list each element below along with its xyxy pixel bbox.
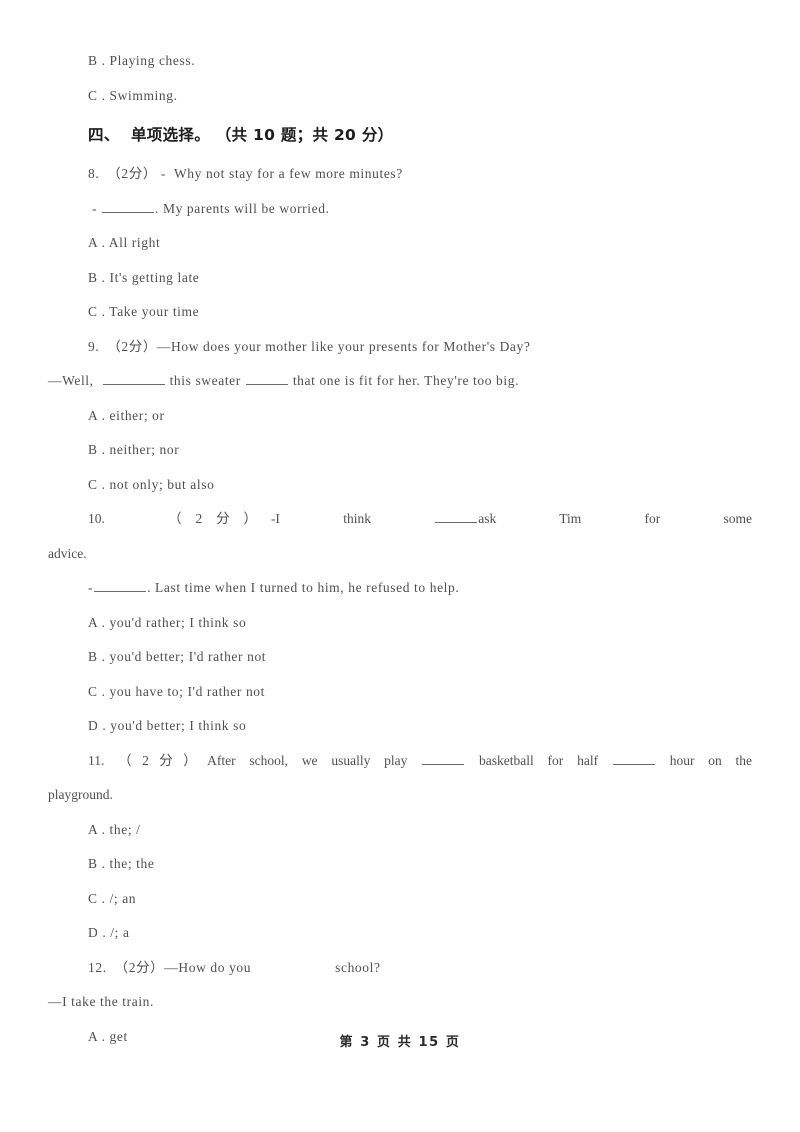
answer-blank xyxy=(102,373,165,385)
question-score: （2分） xyxy=(168,511,271,526)
option-item: B . the; the xyxy=(88,856,155,871)
question-stem-post: school? xyxy=(335,959,381,975)
section-heading: 四、 单项选择。 （共 10 题；共 20 分） xyxy=(88,126,394,144)
question-stem-mid: basketball for half xyxy=(479,752,599,768)
document-page: B . Playing chess. C . Swimming. 四、 单项选择… xyxy=(0,0,800,1132)
question-continuation: —Well, this sweater that one is fit for … xyxy=(48,364,752,399)
option-item: C . /; an xyxy=(88,890,137,906)
question-stem-pre: 12. （2分）—How do you xyxy=(88,959,252,975)
continuation-suffix: . My parents will be worried. xyxy=(155,200,330,216)
question-tail: ask Tim for some xyxy=(478,511,753,526)
question-stem: 9. （2分）—How does your mother like your p… xyxy=(88,338,531,354)
option-item: C . Swimming. xyxy=(88,87,178,103)
question-stem: 11. （2分）After school, we usually play ba… xyxy=(48,744,752,779)
question-stem: 12. （2分）—How do you school? xyxy=(48,951,752,986)
question-stem-wrap: advice. xyxy=(48,545,87,561)
continuation-middle: this sweater xyxy=(165,373,245,388)
option-item: D . /; a xyxy=(88,925,130,940)
question-stem-post: hour on the xyxy=(669,752,753,768)
option-item: A . either; or xyxy=(88,407,165,423)
question-stem: 8. （2分） - Why not stay for a few more mi… xyxy=(88,166,403,181)
option-item: A . you'd rather; I think so xyxy=(88,614,247,630)
question-continuation: - . My parents will be worried. xyxy=(48,192,752,227)
continuation-suffix: . Last time when I turned to him, he ref… xyxy=(147,580,460,595)
question-continuation: - . Last time when I turned to him, he re… xyxy=(48,571,752,606)
answer-blank xyxy=(245,373,288,385)
question-continuation: —I take the train. xyxy=(48,994,155,1009)
question-stem-wrap: playground. xyxy=(48,787,113,802)
answer-blank xyxy=(102,201,155,213)
option-item: A . the; / xyxy=(88,821,141,837)
continuation-prefix: - xyxy=(88,580,94,595)
answer-blank xyxy=(435,511,478,523)
answer-blank xyxy=(612,753,655,765)
option-item: A . All right xyxy=(88,235,161,250)
option-item: C . Take your time xyxy=(88,304,200,319)
option-item: D . you'd better; I think so xyxy=(88,718,247,733)
option-item: C . you have to; I'd rather not xyxy=(88,683,265,699)
page-footer: 第 3 页 共 15 页 xyxy=(339,1035,461,1050)
question-words: -I think xyxy=(270,511,371,526)
option-item: B . It's getting late xyxy=(88,269,200,285)
option-item: C . not only; but also xyxy=(88,476,215,492)
option-item: B . you'd better; I'd rather not xyxy=(88,649,267,664)
option-item: B . Playing chess. xyxy=(88,53,196,68)
page-content: B . Playing chess. C . Swimming. 四、 单项选择… xyxy=(48,44,752,1054)
option-item: B . neither; nor xyxy=(88,442,180,457)
answer-blank xyxy=(94,580,147,592)
question-stem-pre: 11. （2分）After school, we usually play xyxy=(88,752,408,768)
continuation-prefix: —Well, xyxy=(48,373,102,388)
question-stem: 10. （2分）-I think ask Tim for some xyxy=(48,502,752,537)
question-number: 10. xyxy=(88,511,105,526)
continuation-suffix: that one is fit for her. They're too big… xyxy=(288,373,520,388)
answer-blank xyxy=(422,753,465,765)
continuation-prefix: - xyxy=(88,200,102,216)
